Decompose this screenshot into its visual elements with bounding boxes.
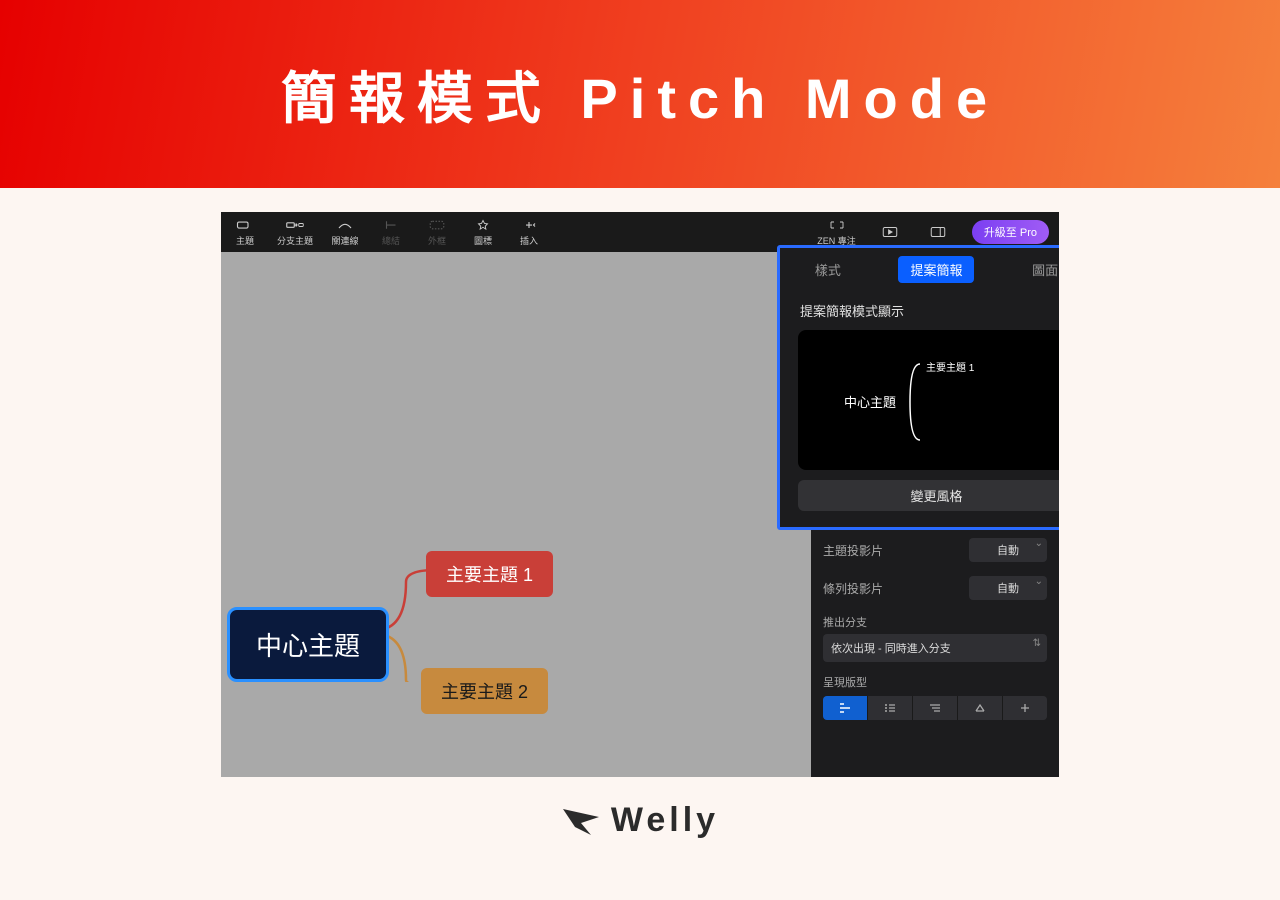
list-slides-label: 條列投影片 [823, 580, 883, 597]
callout-tabs: 樣式 提案簡報 圖面 [780, 248, 1059, 291]
plus-icon [520, 218, 538, 232]
summary-icon [382, 218, 400, 232]
list-slides-select[interactable]: 自動 [969, 576, 1047, 600]
mindmap-topic2-node[interactable]: 主要主題 2 [421, 668, 548, 714]
footer-logo: Welly [0, 785, 1280, 870]
tool-subtopic[interactable]: 分支主題 [277, 218, 313, 247]
play-icon [881, 225, 899, 239]
boundary-icon [428, 218, 446, 232]
tool-insert[interactable]: 插入 [515, 218, 543, 247]
layout-label: 呈現版型 [823, 674, 1047, 690]
tool-panel[interactable] [924, 225, 952, 239]
layout-option-5[interactable] [1003, 696, 1047, 720]
mindmap-topic1-node[interactable]: 主要主題 1 [426, 551, 553, 597]
relationship-icon [336, 218, 354, 232]
tool-topic[interactable]: 主題 [231, 218, 259, 247]
welly-logo-icon [561, 805, 601, 837]
change-style-button[interactable]: 變更風格 [798, 480, 1059, 511]
app-screenshot: 主題 分支主題 關連線 總結 外框 圖標 [221, 212, 1059, 777]
tab-pitch[interactable]: 提案簡報 [898, 256, 974, 283]
fullscreen-icon [828, 218, 846, 232]
upgrade-button[interactable]: 升級至 Pro [972, 220, 1049, 244]
tool-boundary[interactable]: 外框 [423, 218, 451, 247]
tool-summary[interactable]: 總結 [377, 218, 405, 247]
topic-slides-label: 主題投影片 [823, 542, 883, 559]
branch-select[interactable]: 依次出現 - 同時進入分支 [823, 634, 1047, 662]
layout-option-3[interactable] [913, 696, 958, 720]
topic-slides-select[interactable]: 自動 [969, 538, 1047, 562]
tool-present[interactable] [876, 225, 904, 239]
pitch-callout: 樣式 提案簡報 圖面 提案簡報模式顯示 中心主題 主要主題 1 變更風格 [777, 245, 1059, 530]
layout-option-4[interactable] [958, 696, 1003, 720]
mindmap-center-node[interactable]: 中心主題 [227, 607, 389, 682]
banner-title: 簡報模式 Pitch Mode [281, 54, 999, 135]
star-icon [474, 218, 492, 232]
banner: 簡報模式 Pitch Mode [0, 0, 1280, 188]
tab-image[interactable]: 圖面 [1020, 256, 1059, 283]
pitch-preview[interactable]: 中心主題 主要主題 1 [798, 330, 1059, 470]
tool-relationship[interactable]: 關連線 [331, 218, 359, 247]
layout-options [823, 696, 1047, 720]
panel-icon [929, 225, 947, 239]
callout-section-title: 提案簡報模式顯示 [780, 291, 1059, 326]
tool-marker[interactable]: 圖標 [469, 218, 497, 247]
footer-brand: Welly [611, 801, 719, 840]
preview-center-text: 中心主題 [844, 392, 896, 411]
preview-branch-text: 主要主題 1 [926, 359, 974, 374]
branch-label: 推出分支 [823, 614, 1047, 630]
topic-icon [236, 218, 254, 232]
layout-option-2[interactable] [868, 696, 913, 720]
subtopic-icon [286, 218, 304, 232]
bracket-icon [908, 358, 922, 446]
tool-zen[interactable]: ZEN 專注 [817, 218, 856, 247]
tab-style[interactable]: 樣式 [803, 256, 853, 283]
layout-option-1[interactable] [823, 696, 868, 720]
